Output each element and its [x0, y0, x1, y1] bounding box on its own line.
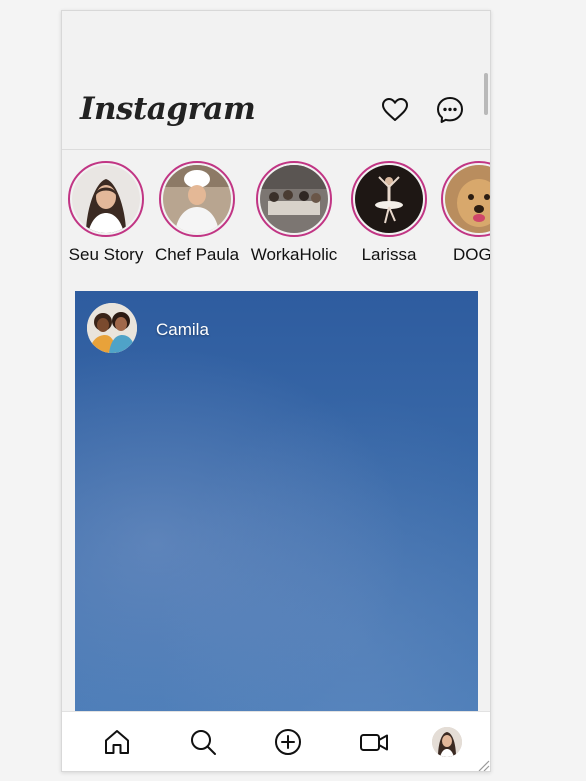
- story-label: DOGui: [453, 245, 491, 264]
- story-item-chef-paula[interactable]: Chef Paula: [152, 161, 242, 265]
- instagram-logo[interactable]: Instagram: [80, 91, 256, 127]
- story-avatar: [355, 165, 423, 233]
- story-avatar: [445, 165, 490, 233]
- story-ring: [441, 161, 490, 237]
- bottom-navigation: [62, 711, 490, 771]
- story-item-workaholic[interactable]: WorkaHolic: [249, 161, 339, 265]
- post-username[interactable]: Camila: [156, 320, 209, 340]
- story-label: WorkaHolic: [250, 245, 338, 264]
- heart-icon[interactable]: [381, 96, 409, 124]
- post-image: [75, 291, 478, 711]
- stories-bar: Seu Story Chef Paula WorkaHolic Larissa …: [62, 161, 491, 271]
- top-bar: Instagram: [62, 11, 490, 150]
- story-label: Chef Paula: [154, 245, 240, 264]
- story-avatar: [260, 165, 328, 233]
- story-item-larissa[interactable]: Larissa: [344, 161, 434, 265]
- reels-video-icon[interactable]: [358, 726, 390, 758]
- feed-post[interactable]: Camila: [75, 291, 478, 711]
- home-icon[interactable]: [101, 726, 133, 758]
- story-ring: [159, 161, 235, 237]
- story-ring: [256, 161, 332, 237]
- resize-grip-icon[interactable]: [476, 757, 490, 771]
- search-icon[interactable]: [187, 726, 219, 758]
- story-item-dogui[interactable]: DOGui: [434, 161, 491, 265]
- story-ring: [68, 161, 144, 237]
- story-avatar: [72, 165, 140, 233]
- story-item-seu-story[interactable]: Seu Story: [62, 161, 151, 265]
- profile-avatar[interactable]: [432, 727, 462, 757]
- instagram-app-window: Instagram Seu Story Chef Paula WorkaHoli…: [61, 10, 491, 772]
- messenger-icon[interactable]: [436, 96, 464, 124]
- story-avatar: [163, 165, 231, 233]
- story-label: Larissa: [361, 245, 417, 264]
- post-user-avatar[interactable]: [87, 303, 137, 353]
- story-ring: [351, 161, 427, 237]
- story-label: Seu Story: [68, 245, 144, 264]
- add-post-icon[interactable]: [272, 726, 304, 758]
